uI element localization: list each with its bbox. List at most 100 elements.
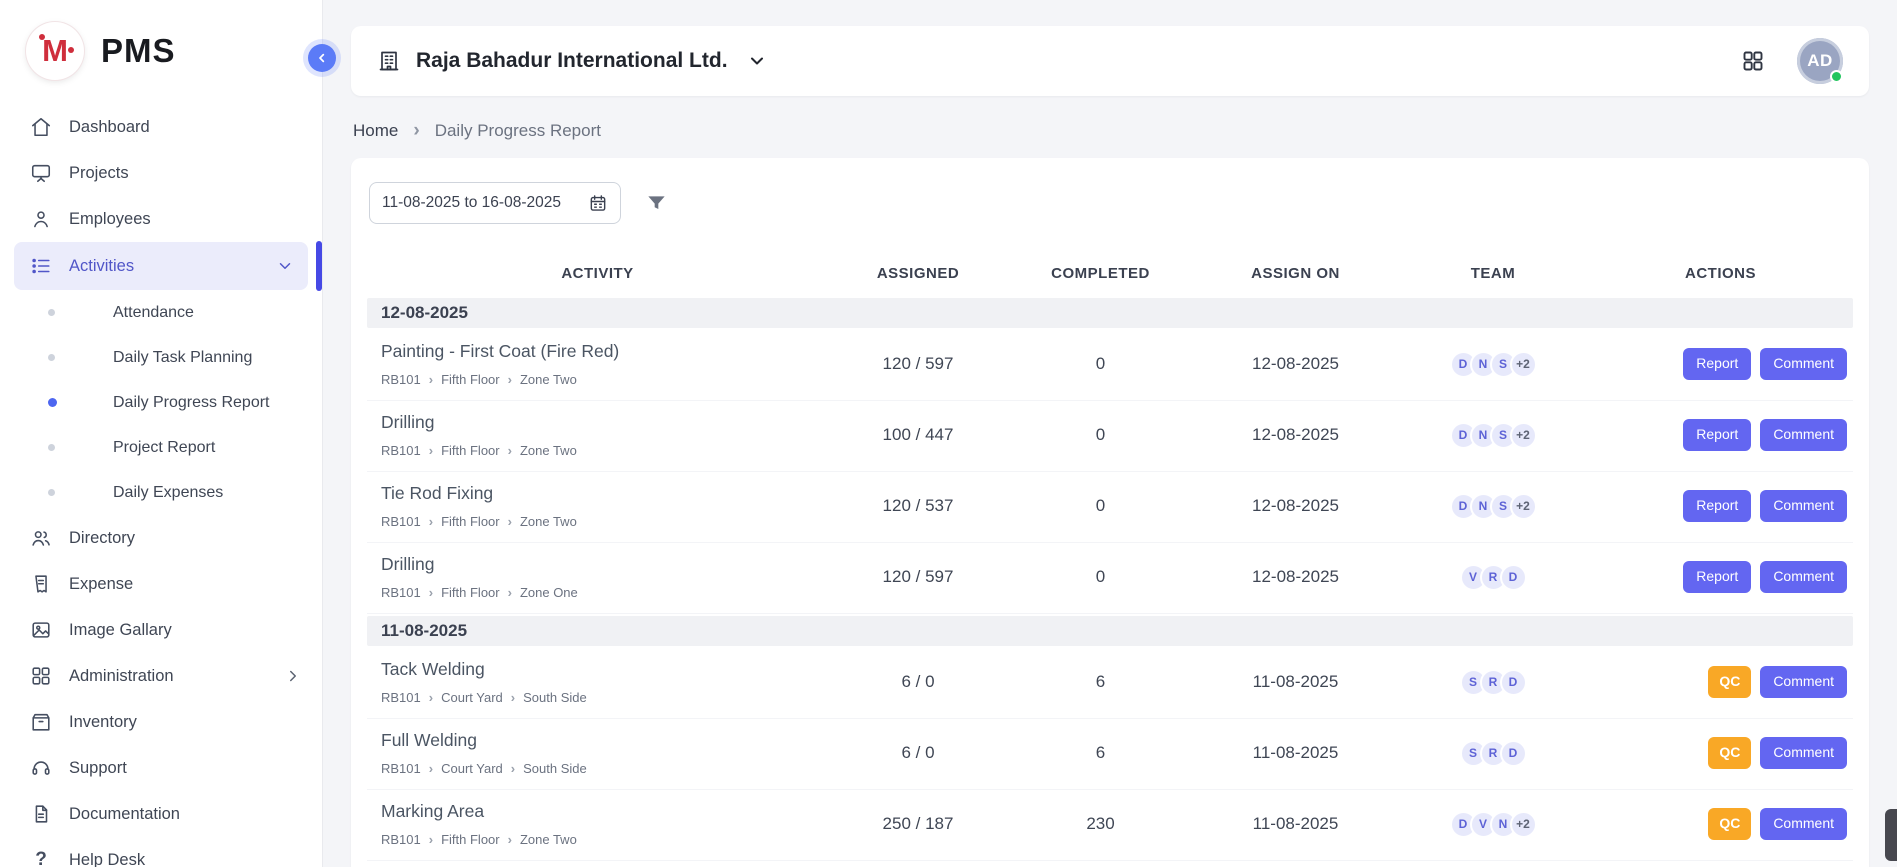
column-header-actions: ACTIONS (1588, 265, 1853, 282)
chevron-right-icon (429, 585, 433, 600)
filter-row: 11-08-2025 to 16-08-2025 (367, 182, 1853, 224)
activity-name[interactable]: Drilling (367, 554, 828, 575)
assigned-value: 6 / 0 (828, 672, 1008, 692)
avatar[interactable]: D (1500, 669, 1527, 696)
company-selector[interactable]: Raja Bahadur International Ltd. (377, 49, 767, 73)
date-range-input[interactable]: 11-08-2025 to 16-08-2025 (369, 182, 621, 224)
avatar-overflow[interactable]: +2 (1510, 811, 1537, 838)
assign-on-value: 11-08-2025 (1193, 672, 1398, 692)
activity-name[interactable]: Full Welding (367, 730, 828, 751)
row-actions: QC Comment (1588, 808, 1853, 839)
sidebar-subitem-daily-progress-report[interactable]: Daily Progress Report (0, 380, 322, 425)
avatar-overflow[interactable]: +2 (1510, 422, 1537, 449)
comment-button[interactable]: Comment (1760, 737, 1847, 768)
assign-on-value: 12-08-2025 (1193, 567, 1398, 587)
avatar-overflow[interactable]: +2 (1510, 351, 1537, 378)
chevron-right-icon (429, 514, 433, 529)
sidebar-item-directory[interactable]: Directory (0, 515, 322, 561)
avatar[interactable]: D (1500, 564, 1527, 591)
sidebar-item-expense[interactable]: Expense (0, 561, 322, 607)
sidebar-item-documentation[interactable]: Documentation (0, 791, 322, 837)
column-header-activity: ACTIVITY (367, 265, 828, 282)
completed-value: 6 (1008, 672, 1193, 692)
sidebar-nav: Dashboard Projects Employees Activities (0, 98, 322, 867)
company-name: Raja Bahadur International Ltd. (416, 49, 728, 73)
sidebar-item-image-gallary[interactable]: Image Gallary (0, 607, 322, 653)
qc-button[interactable]: QC (1708, 666, 1751, 697)
sidebar-item-inventory[interactable]: Inventory (0, 699, 322, 745)
comment-button[interactable]: Comment (1760, 808, 1847, 839)
sidebar-item-dashboard[interactable]: Dashboard (0, 104, 322, 150)
chevron-down-icon (747, 51, 767, 71)
sidebar-item-administration[interactable]: Administration (0, 653, 322, 699)
person-icon (30, 208, 52, 230)
user-menu[interactable]: AD (1797, 38, 1843, 84)
bullet-icon (48, 444, 55, 451)
question-mark-icon (30, 849, 52, 867)
sidebar-item-label: Inventory (69, 713, 137, 732)
comment-button[interactable]: Comment (1760, 419, 1847, 450)
report-button[interactable]: Report (1683, 419, 1751, 450)
activity-name[interactable]: Drilling (367, 412, 828, 433)
sidebar-subitem-project-report[interactable]: Project Report (0, 425, 322, 470)
avatar[interactable]: D (1500, 740, 1527, 767)
sidebar-item-label: Support (69, 759, 127, 778)
report-button[interactable]: Report (1683, 490, 1751, 521)
team-avatars: D N S +2 (1398, 351, 1588, 378)
activity-path: RB101Fifth FloorZone Two (367, 832, 828, 847)
path-floor: Fifth Floor (441, 443, 500, 458)
sidebar-subitem-daily-expenses[interactable]: Daily Expenses (0, 470, 322, 515)
sidebar-item-projects[interactable]: Projects (0, 150, 322, 196)
sidebar-item-activities[interactable]: Activities (14, 242, 308, 290)
chevron-right-icon (511, 761, 515, 776)
chevron-right-icon (429, 372, 433, 387)
comment-button[interactable]: Comment (1760, 561, 1847, 592)
activity-name[interactable]: Marking Area (367, 801, 828, 822)
path-zone: South Side (523, 690, 587, 705)
sidebar-item-label: Help Desk (69, 851, 145, 867)
document-icon (30, 803, 52, 825)
sidebar-subitem-label: Daily Progress Report (113, 394, 270, 412)
sidebar-collapse-button[interactable] (308, 44, 336, 72)
report-button[interactable]: Report (1683, 561, 1751, 592)
chevron-right-icon (508, 443, 512, 458)
bullet-icon (48, 309, 55, 316)
assigned-value: 100 / 447 (828, 425, 1008, 445)
column-header-completed: COMPLETED (1008, 265, 1193, 282)
assigned-value: 120 / 537 (828, 496, 1008, 516)
row-actions: Report Comment (1588, 348, 1853, 379)
activity-path: RB101Fifth FloorZone One (367, 585, 828, 600)
scrollbar-thumb[interactable] (1885, 809, 1897, 861)
breadcrumb-home[interactable]: Home (353, 121, 398, 141)
comment-button[interactable]: Comment (1760, 490, 1847, 521)
activity-path: RB101Fifth FloorZone Two (367, 372, 828, 387)
path-zone: South Side (523, 761, 587, 776)
sidebar-item-employees[interactable]: Employees (0, 196, 322, 242)
activity-name[interactable]: Tack Welding (367, 659, 828, 680)
column-header-team: TEAM (1398, 265, 1588, 282)
sidebar-subitem-attendance[interactable]: Attendance (0, 290, 322, 335)
activities-icon (30, 255, 52, 277)
sidebar-subitem-daily-task-planning[interactable]: Daily Task Planning (0, 335, 322, 380)
filter-funnel-icon[interactable] (645, 192, 668, 215)
assigned-value: 6 / 0 (828, 743, 1008, 763)
comment-button[interactable]: Comment (1760, 348, 1847, 379)
apps-grid-icon[interactable] (1741, 49, 1765, 73)
team-avatars: D V N +2 (1398, 811, 1588, 838)
report-button[interactable]: Report (1683, 348, 1751, 379)
activity-name[interactable]: Painting - First Coat (Fire Red) (367, 341, 828, 362)
table-row: Marking Area RB101Fifth FloorZone Two 25… (367, 790, 1853, 861)
activity-path: RB101Fifth FloorZone Two (367, 443, 828, 458)
sidebar-item-help-desk[interactable]: Help Desk (0, 837, 322, 867)
comment-button[interactable]: Comment (1760, 666, 1847, 697)
online-status-dot (1830, 70, 1843, 83)
chevron-right-icon (429, 690, 433, 705)
table-row: Full Welding RB101Court YardSouth Side 6… (367, 719, 1853, 790)
qc-button[interactable]: QC (1708, 808, 1751, 839)
avatar-overflow[interactable]: +2 (1510, 493, 1537, 520)
top-header-bar: Raja Bahadur International Ltd. AD (351, 26, 1869, 96)
sidebar-item-support[interactable]: Support (0, 745, 322, 791)
activity-name[interactable]: Tie Rod Fixing (367, 483, 828, 504)
report-card: 11-08-2025 to 16-08-2025 ACTIVITY ASSIGN… (351, 158, 1869, 867)
qc-button[interactable]: QC (1708, 737, 1751, 768)
